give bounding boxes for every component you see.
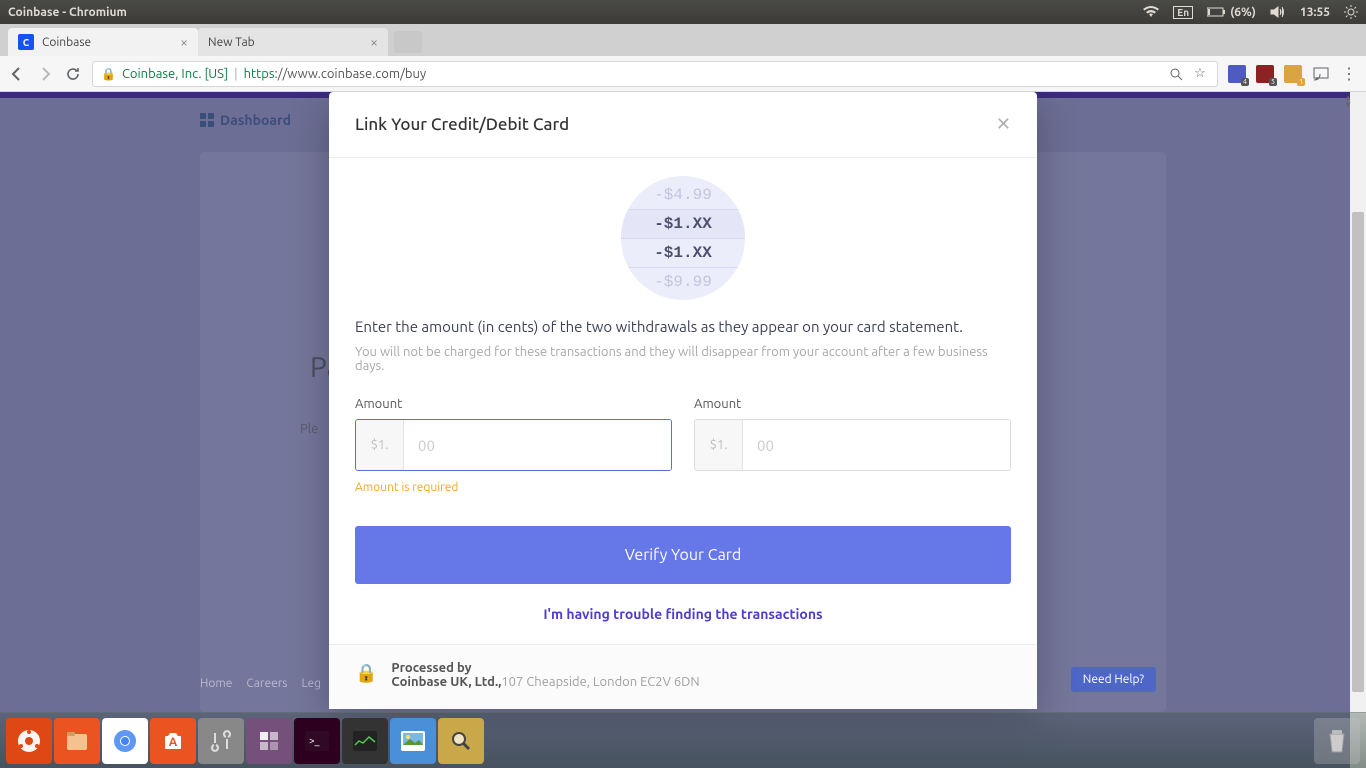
extension-icon[interactable]: 5 <box>1256 65 1274 83</box>
processor-address: 107 Cheapside, London EC2V 6DN <box>501 675 699 689</box>
forward-button <box>36 65 54 83</box>
close-tab-icon[interactable]: × <box>180 34 188 50</box>
amount1-input[interactable] <box>404 420 671 470</box>
language-indicator[interactable]: En <box>1173 6 1193 19</box>
launcher-terminal-icon[interactable]: >_ <box>294 718 340 764</box>
back-button[interactable] <box>8 65 26 83</box>
amount2-input[interactable] <box>743 420 1010 470</box>
close-tab-icon[interactable]: × <box>370 34 378 50</box>
launcher-files-icon[interactable] <box>54 718 100 764</box>
link-card-modal: Link Your Credit/Debit Card ✕ -$4.99 -$1… <box>329 92 1037 709</box>
instruction-text: Enter the amount (in cents) of the two w… <box>355 318 1011 335</box>
settings-gear-icon[interactable] <box>1344 5 1358 19</box>
bookmark-star-icon[interactable]: ☆ <box>1191 65 1209 83</box>
clock[interactable]: 13:55 <box>1300 6 1330 19</box>
launcher-image-icon[interactable] <box>390 718 436 764</box>
amount2-label: Amount <box>694 397 1011 411</box>
processed-by-label: Processed by <box>391 661 699 675</box>
launcher-settings-icon[interactable] <box>198 718 244 764</box>
coinbase-favicon-icon: C <box>18 34 34 50</box>
dashboard-icon <box>200 113 214 127</box>
address-bar: 🔒 Coinbase, Inc. [US] | https://www.coin… <box>0 56 1366 92</box>
launcher-monitor-icon[interactable] <box>342 718 388 764</box>
close-icon[interactable]: ✕ <box>996 114 1011 135</box>
svg-text:A: A <box>169 736 178 749</box>
launcher-search-icon[interactable] <box>438 718 484 764</box>
reload-button[interactable] <box>64 65 82 83</box>
launcher-software-icon[interactable]: A <box>150 718 196 764</box>
launcher-trash-icon[interactable] <box>1314 718 1360 764</box>
need-help-button[interactable]: Need Help? <box>1071 667 1156 692</box>
zoom-icon[interactable] <box>1167 65 1185 83</box>
sub-instruction-text: You will not be charged for these transa… <box>355 345 1011 373</box>
launcher-chromium-icon[interactable] <box>102 718 148 764</box>
lock-icon: 🔒 <box>355 663 377 684</box>
extension-icon[interactable]: 4 <box>1228 65 1246 83</box>
volume-icon[interactable] <box>1270 6 1286 18</box>
modal-title: Link Your Credit/Debit Card <box>355 115 569 134</box>
amount2-prefix: $1. <box>695 420 743 470</box>
nav-dashboard[interactable]: Dashboard <box>200 112 291 128</box>
unity-launcher: A >_ <box>0 712 1366 768</box>
extension-icon[interactable]: 1 <box>1284 65 1302 83</box>
verify-card-button[interactable]: Verify Your Card <box>355 526 1011 584</box>
new-tab-button[interactable] <box>394 31 422 53</box>
trouble-link[interactable]: I'm having trouble finding the transacti… <box>355 606 1011 622</box>
wifi-icon[interactable] <box>1143 6 1159 18</box>
footer-links: Home Careers Leg <box>200 677 321 690</box>
launcher-dash-icon[interactable] <box>6 718 52 764</box>
launcher-app-icon[interactable] <box>246 718 292 764</box>
tab-coinbase[interactable]: C Coinbase × <box>8 28 198 56</box>
verification-amounts-graphic: -$4.99 -$1.XX -$1.XX -$9.99 <box>621 176 745 300</box>
tab-newtab[interactable]: New Tab × <box>198 28 388 56</box>
amount1-label: Amount <box>355 397 672 411</box>
window-title: Coinbase - Chromium <box>8 6 1143 19</box>
os-menubar: Coinbase - Chromium En (6%) 13:55 <box>0 0 1366 24</box>
svg-text:>_: >_ <box>309 735 320 746</box>
lock-icon: 🔒 <box>101 67 116 81</box>
cast-icon[interactable] <box>1312 65 1330 83</box>
processor-company: Coinbase UK, Ltd., <box>391 675 501 689</box>
url-input[interactable]: 🔒 Coinbase, Inc. [US] | https://www.coin… <box>92 61 1218 87</box>
vertical-scrollbar[interactable]: ▲▼ <box>1350 92 1366 768</box>
tab-strip: C Coinbase × New Tab × <box>0 24 1366 56</box>
amount1-prefix: $1. <box>356 420 404 470</box>
amount1-error: Amount is required <box>355 481 672 494</box>
battery-indicator[interactable]: (6%) <box>1207 6 1256 19</box>
page-viewport: Dashboard Pay Ple Home Careers Leg Need … <box>0 92 1366 768</box>
chrome-menu-icon[interactable]: ⋮ <box>1340 65 1358 83</box>
